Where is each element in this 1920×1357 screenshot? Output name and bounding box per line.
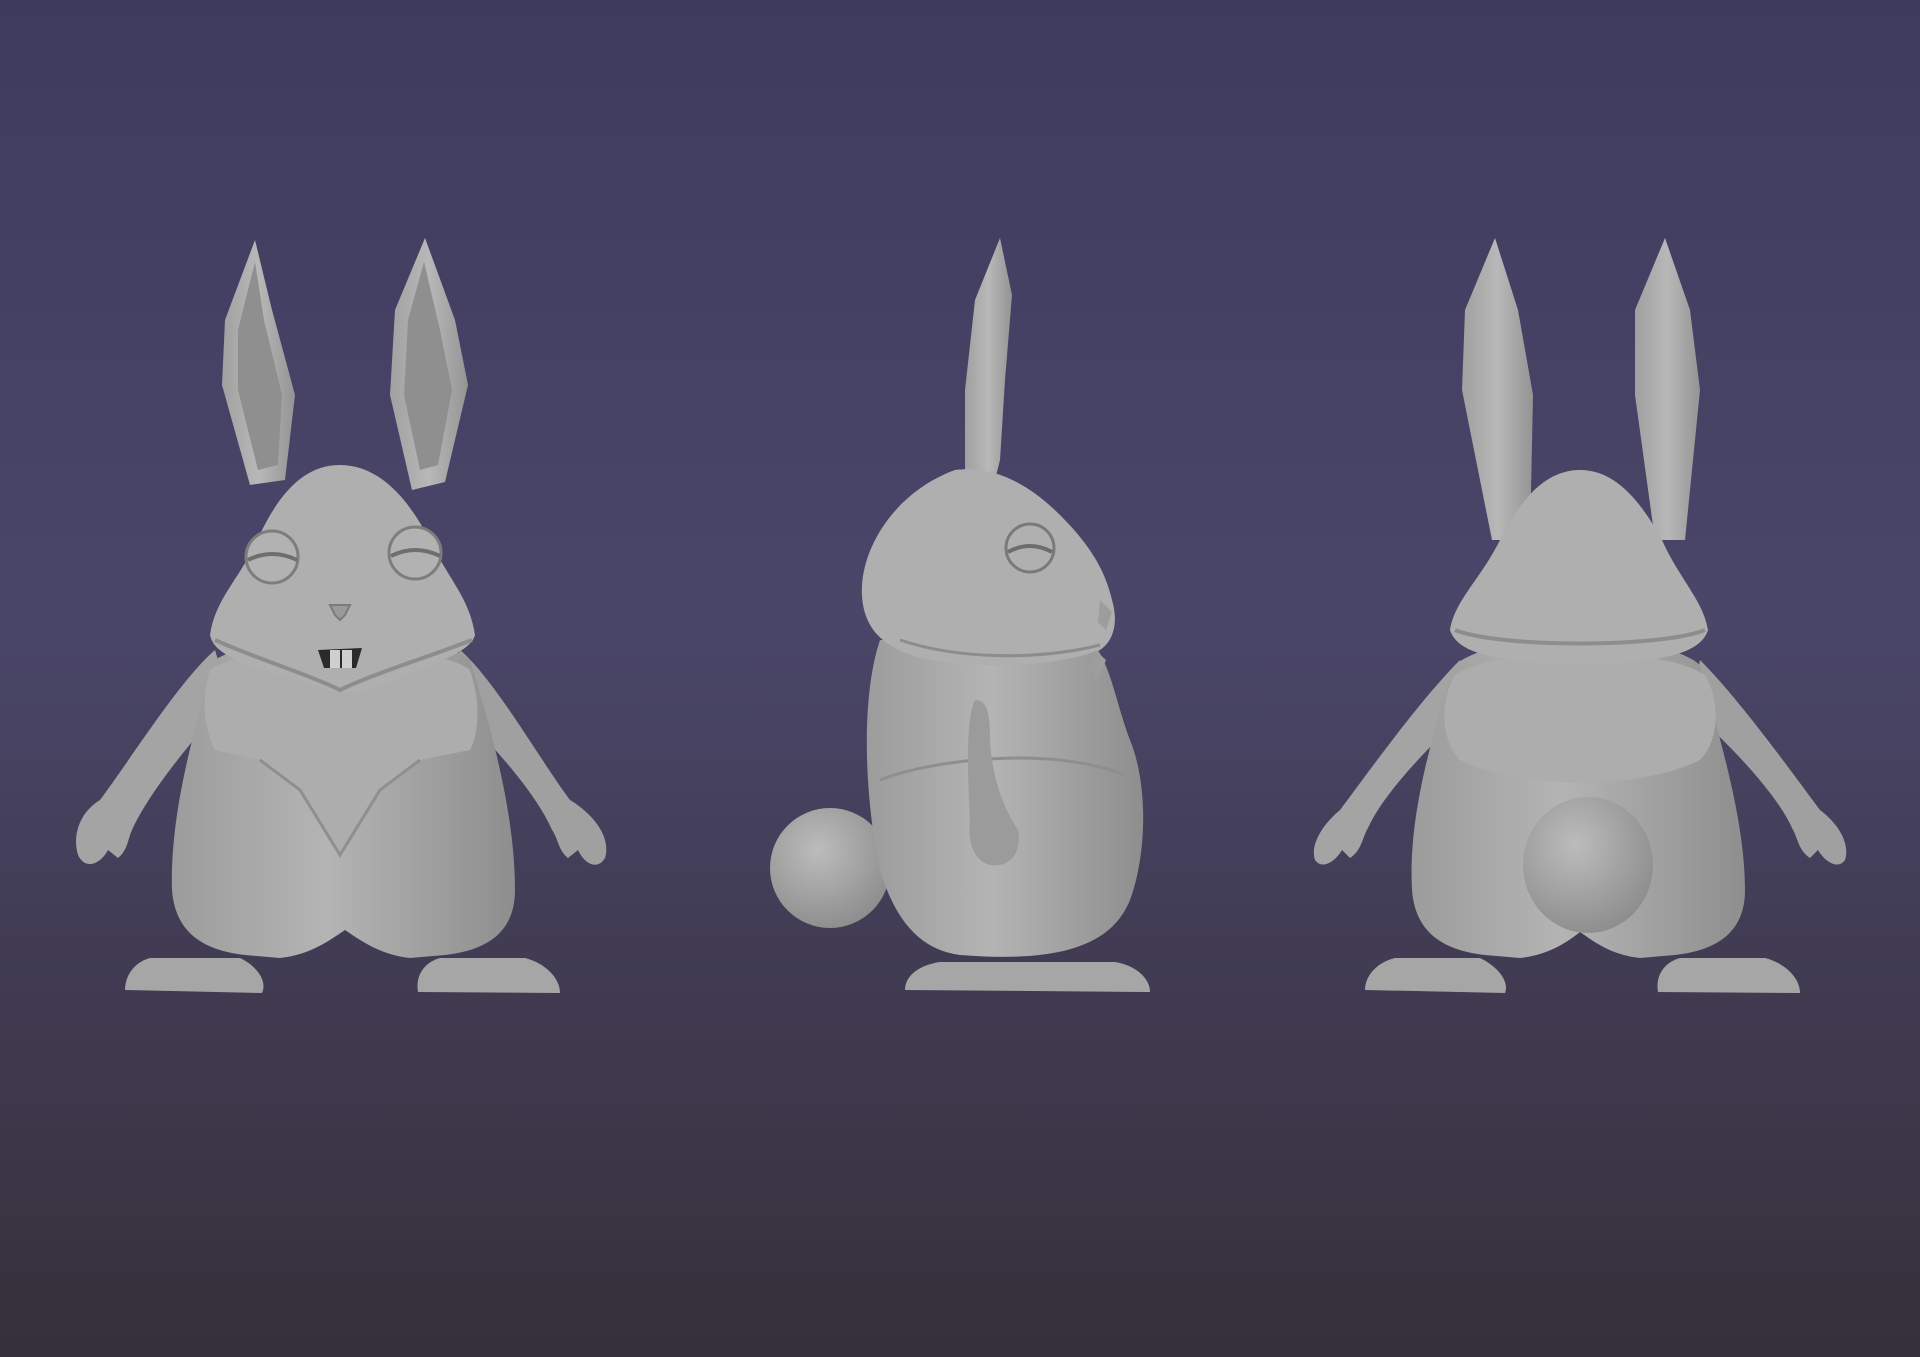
bunny-side-view bbox=[770, 238, 1150, 992]
mouth bbox=[318, 648, 362, 668]
right-ear bbox=[390, 238, 468, 490]
back-left-ear bbox=[1462, 238, 1533, 540]
side-head bbox=[861, 469, 1115, 666]
right-foot bbox=[417, 958, 560, 993]
left-ear bbox=[222, 240, 295, 485]
turnaround-scene bbox=[76, 238, 1847, 993]
back-right-ear bbox=[1635, 238, 1700, 540]
left-foot bbox=[125, 958, 264, 993]
bunny-back-view bbox=[1313, 238, 1847, 993]
back-left-foot bbox=[1365, 958, 1506, 993]
side-eye bbox=[1004, 522, 1056, 574]
back-tail bbox=[1523, 797, 1653, 933]
right-eye bbox=[387, 525, 443, 581]
left-eye bbox=[244, 529, 300, 585]
side-body bbox=[866, 640, 1144, 957]
back-upper-fluff bbox=[1444, 652, 1716, 783]
side-foot bbox=[905, 962, 1150, 992]
bunny-front-view bbox=[76, 238, 607, 993]
back-right-foot bbox=[1657, 958, 1800, 993]
render-viewport bbox=[0, 0, 1920, 1357]
side-tail bbox=[770, 808, 890, 928]
